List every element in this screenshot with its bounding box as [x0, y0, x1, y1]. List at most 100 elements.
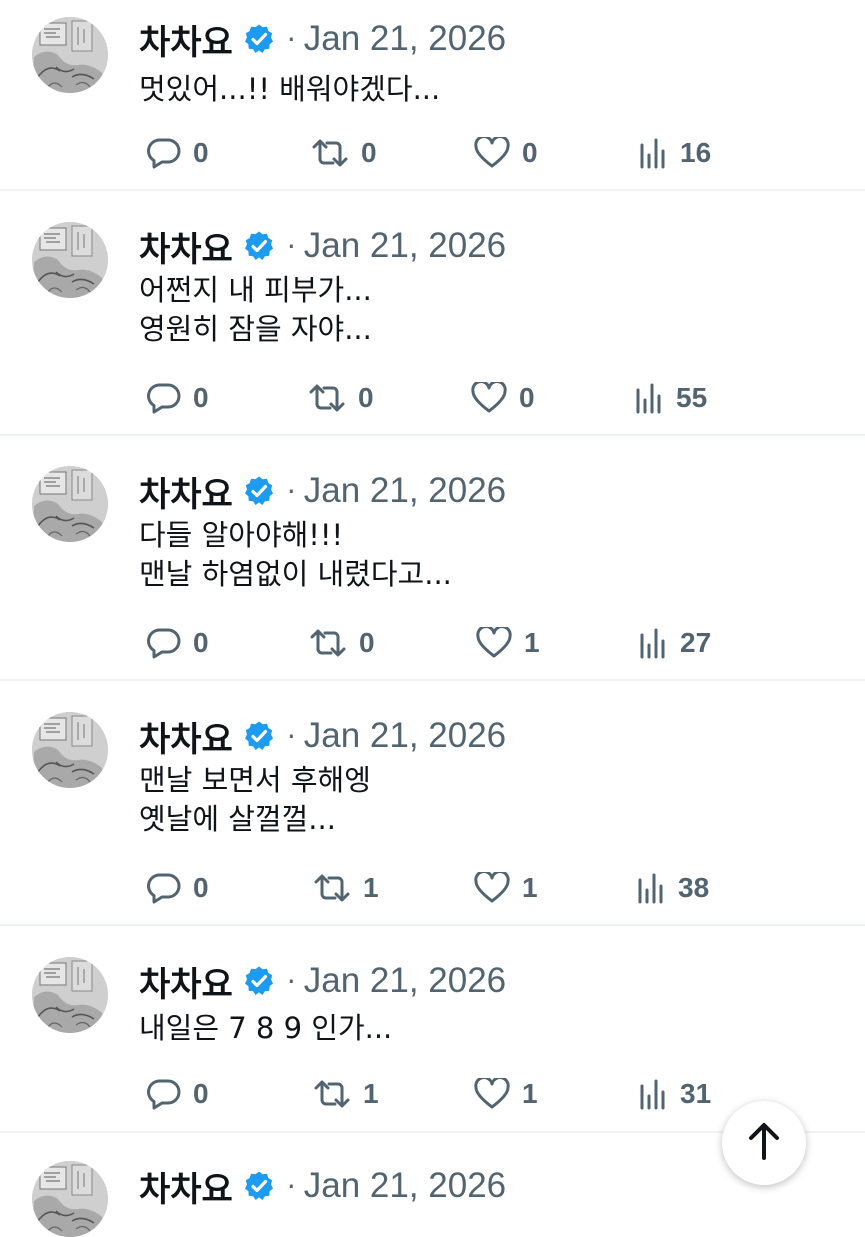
avatar-image: [32, 1161, 108, 1237]
like-count: 1: [522, 872, 538, 903]
retweet-count: 1: [363, 1078, 379, 1109]
tweet-date[interactable]: Jan 21, 2026: [304, 1166, 506, 1206]
like-count: 0: [522, 137, 538, 168]
divider: [0, 434, 865, 436]
reply-button[interactable]: 0: [147, 866, 209, 910]
avatar[interactable]: [32, 222, 108, 298]
heart-icon: [474, 872, 510, 904]
views-count: 55: [676, 382, 708, 413]
retweet-icon: [311, 137, 349, 169]
views-bar-chart-icon: [638, 627, 668, 659]
avatar-image: [32, 222, 108, 298]
tweet-actions: 0 0 1 27: [0, 621, 865, 665]
views-button[interactable]: 16: [638, 131, 711, 175]
verified-badge-icon: [243, 965, 275, 997]
scroll-to-top-button[interactable]: [722, 1101, 806, 1185]
separator-dot: ·: [286, 964, 296, 998]
like-button[interactable]: 0: [471, 376, 535, 420]
heart-icon: [474, 1078, 510, 1110]
verified-badge-icon: [243, 720, 275, 752]
tweet-text: 멋있어...!! 배워야겠다...: [139, 70, 440, 109]
views-count: 27: [680, 627, 712, 658]
tweet-text: 맨날 보면서 후해엥 옛날에 살껄껄...: [139, 761, 371, 839]
avatar[interactable]: [32, 712, 108, 788]
author-name[interactable]: 차차요: [139, 15, 233, 64]
retweet-count: 0: [359, 627, 375, 658]
author-name[interactable]: 차차요: [139, 1162, 233, 1211]
avatar-image: [32, 712, 108, 788]
like-count: 1: [522, 1078, 538, 1109]
tweet-date[interactable]: Jan 21, 2026: [304, 226, 506, 266]
like-button[interactable]: 1: [476, 621, 540, 665]
avatar-image: [32, 957, 108, 1033]
views-button[interactable]: 55: [634, 376, 707, 420]
verified-badge-icon: [243, 230, 275, 262]
tweet-text-line: 맨날 보면서 후해엥: [139, 763, 371, 797]
tweet-actions: 0 0 0 16: [0, 131, 865, 175]
like-button[interactable]: 1: [474, 1072, 538, 1116]
author-name[interactable]: 차차요: [139, 467, 233, 516]
retweet-button[interactable]: 0: [309, 621, 375, 665]
views-count: 16: [680, 137, 712, 168]
reply-count: 0: [193, 1078, 209, 1109]
reply-bubble-icon: [147, 872, 181, 904]
views-bar-chart-icon: [636, 872, 666, 904]
tweet-text-line: 맨날 하염없이 내렸다고...: [139, 557, 452, 591]
separator-dot: ·: [286, 1169, 296, 1203]
like-button[interactable]: 0: [474, 131, 538, 175]
retweet-button[interactable]: 0: [308, 376, 374, 420]
reply-bubble-icon: [147, 1078, 181, 1110]
reply-button[interactable]: 0: [147, 376, 209, 420]
tweet-date[interactable]: Jan 21, 2026: [304, 19, 506, 59]
tweet-date[interactable]: Jan 21, 2026: [304, 716, 506, 756]
separator-dot: ·: [286, 229, 296, 263]
retweet-button[interactable]: 1: [313, 1072, 379, 1116]
like-count: 0: [519, 382, 535, 413]
retweet-icon: [313, 1078, 351, 1110]
reply-bubble-icon: [147, 382, 181, 414]
avatar[interactable]: [32, 17, 108, 93]
tweet-date[interactable]: Jan 21, 2026: [304, 961, 506, 1001]
views-bar-chart-icon: [638, 1078, 668, 1110]
views-button[interactable]: 31: [638, 1072, 711, 1116]
separator-dot: ·: [286, 719, 296, 753]
tweet-text: 다들 알아야해!!! 맨날 하염없이 내렸다고...: [139, 516, 452, 594]
like-button[interactable]: 1: [474, 866, 538, 910]
tweet-text: 어쩐지 내 피부가... 영원히 잠을 자야...: [139, 271, 372, 349]
heart-icon: [476, 627, 512, 659]
avatar[interactable]: [32, 1161, 108, 1237]
retweet-button[interactable]: 1: [313, 866, 379, 910]
author-name[interactable]: 차차요: [139, 712, 233, 761]
views-button[interactable]: 38: [636, 866, 709, 910]
reply-bubble-icon: [147, 627, 181, 659]
verified-badge-icon: [243, 23, 275, 55]
views-bar-chart-icon: [638, 137, 668, 169]
reply-count: 0: [193, 382, 209, 413]
author-name[interactable]: 차차요: [139, 222, 233, 271]
reply-count: 0: [193, 137, 209, 168]
tweet-text-line: 옛날에 살껄껄...: [139, 802, 336, 836]
retweet-count: 1: [363, 872, 379, 903]
tweet-text-line: 어쩐지 내 피부가...: [139, 273, 372, 307]
avatar[interactable]: [32, 957, 108, 1033]
reply-button[interactable]: 0: [147, 1072, 209, 1116]
tweet-text-line: 영원히 잠을 자야...: [139, 312, 372, 346]
avatar-image: [32, 466, 108, 542]
reply-button[interactable]: 0: [147, 621, 209, 665]
retweet-button[interactable]: 0: [311, 131, 377, 175]
like-count: 1: [524, 627, 540, 658]
reply-button[interactable]: 0: [147, 131, 209, 175]
tweet-actions: 0 1 1 31: [0, 1072, 865, 1116]
avatar[interactable]: [32, 466, 108, 542]
views-bar-chart-icon: [634, 382, 664, 414]
verified-badge-icon: [243, 1170, 275, 1202]
separator-dot: ·: [286, 22, 296, 56]
views-count: 38: [678, 872, 710, 903]
tweet-date[interactable]: Jan 21, 2026: [304, 471, 506, 511]
tweet-actions: 0 1 1 38: [0, 866, 865, 910]
avatar-image: [32, 17, 108, 93]
tweet-actions: 0 0 0 55: [0, 376, 865, 420]
retweet-count: 0: [358, 382, 374, 413]
author-name[interactable]: 차차요: [139, 957, 233, 1006]
views-button[interactable]: 27: [638, 621, 711, 665]
